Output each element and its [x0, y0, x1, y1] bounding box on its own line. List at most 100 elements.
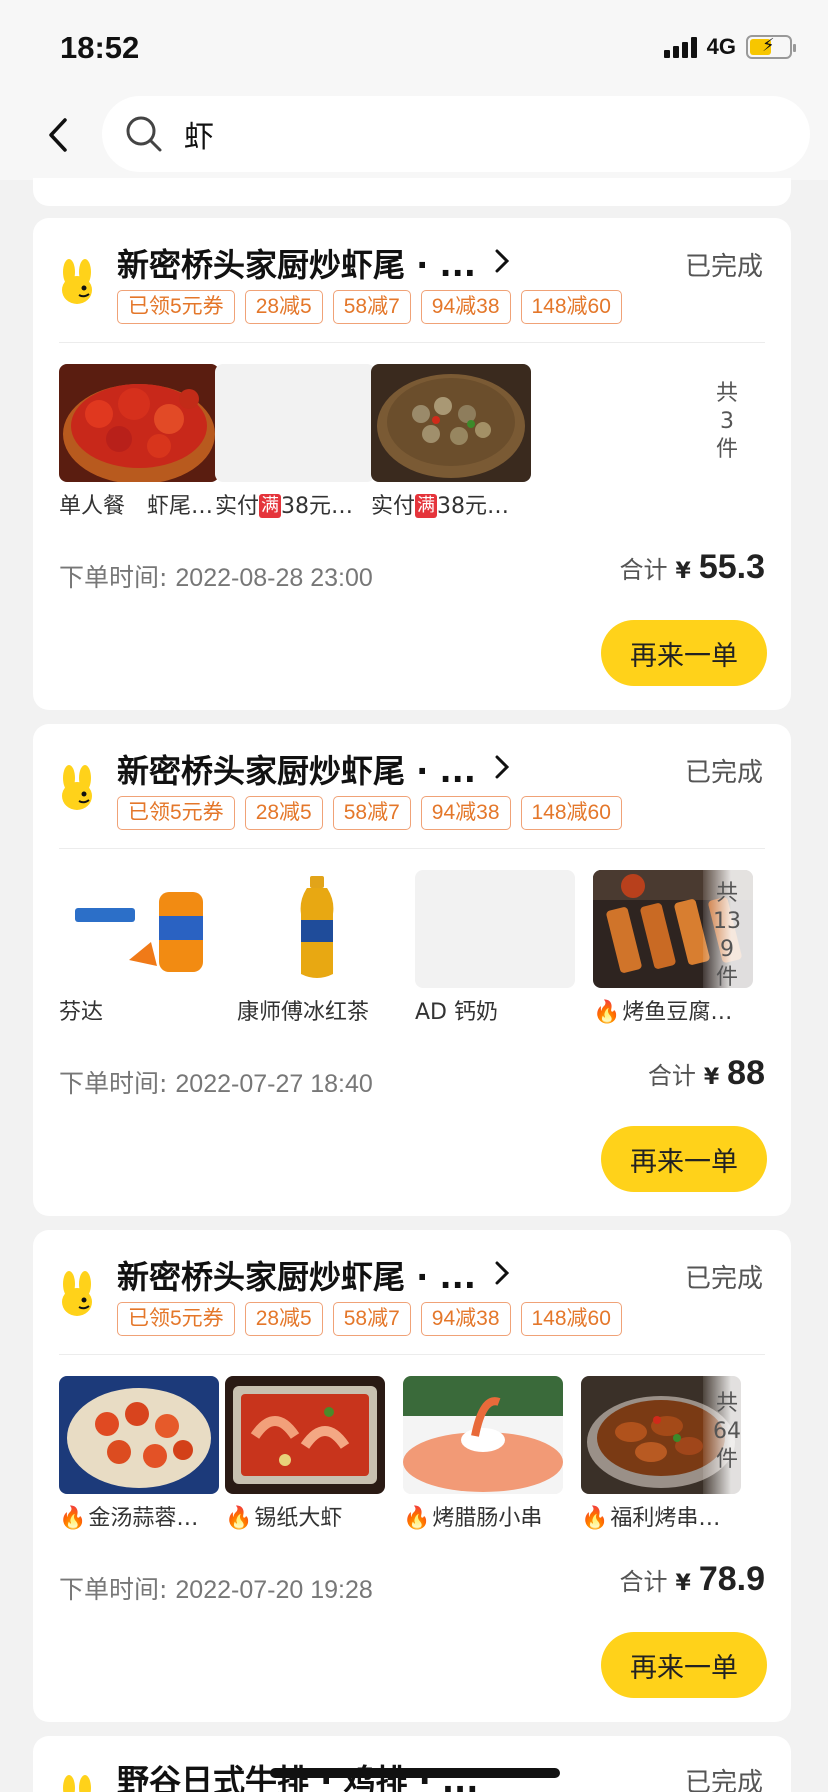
item-list[interactable]: 单人餐 虾尾… 实付 满38元… 实付 满38元… 共 3 件	[59, 364, 759, 524]
previous-order-card	[33, 178, 791, 206]
item-name: 🔥锡纸大虾	[225, 1506, 343, 1531]
item-name: 单人餐 虾尾…	[59, 494, 214, 519]
coupon-tag: 94减38	[420, 796, 511, 830]
status-icons: 4G ⚡	[663, 34, 796, 60]
status-time: 18:52	[60, 30, 140, 65]
item-tile[interactable]: 芬达	[59, 870, 221, 1026]
coupon-list: 已领5元券 28减5 58减7 94减38 148减60	[117, 1302, 622, 1336]
search-query: 虾	[184, 120, 214, 155]
chevron-left-icon	[49, 118, 67, 152]
item-image	[59, 364, 219, 482]
status-bar: 18:52 4G ⚡	[0, 0, 828, 92]
order-status: 已完成	[684, 758, 763, 788]
item-name: 芬达	[59, 1000, 104, 1025]
coupon-tag: 94减38	[420, 1302, 511, 1336]
order-card[interactable]: 新密桥头家厨炒虾尾 · ... 已完成 已领5元券 28减5 58减7 94减3…	[33, 724, 791, 1216]
coupon-tag: 已领5元券	[117, 1302, 235, 1336]
item-name: 🔥金汤蒜蓉…	[59, 1506, 199, 1531]
coupon-tag: 148减60	[520, 290, 622, 324]
fire-icon: 🔥	[225, 1506, 253, 1531]
order-total: 合计 ¥ 88	[647, 1054, 765, 1092]
item-image	[59, 870, 219, 988]
order-time: 下单时间: 2022-08-28 23:00	[59, 563, 373, 592]
order-total: 合计 ¥ 55.3	[619, 548, 766, 586]
coupon-tag: 28减5	[244, 290, 323, 324]
reorder-button[interactable]: 再来一单	[601, 1126, 767, 1192]
search-header: 虾	[0, 92, 828, 180]
item-tile[interactable]: 实付 满38元…	[371, 364, 533, 520]
shop-name[interactable]: 新密桥头家厨炒虾尾 · ...	[117, 1252, 476, 1298]
reorder-button[interactable]: 再来一单	[601, 1632, 767, 1698]
item-tile[interactable]: 康师傅冰红茶	[237, 870, 399, 1026]
coupon-tag: 58减7	[332, 1302, 411, 1336]
chevron-right-icon[interactable]	[493, 248, 511, 274]
item-tile[interactable]: 单人餐 虾尾…	[59, 364, 221, 520]
item-name: 康师傅冰红茶	[237, 1000, 370, 1025]
item-image	[403, 1376, 563, 1494]
item-tile[interactable]: AD 钙奶	[415, 870, 577, 1026]
order-time: 下单时间: 2022-07-20 19:28	[59, 1575, 373, 1604]
order-status: 已完成	[684, 252, 763, 282]
coupon-tag: 已领5元券	[117, 290, 235, 324]
coupon-tag: 已领5元券	[117, 796, 235, 830]
order-time: 下单时间: 2022-07-27 18:40	[59, 1069, 373, 1098]
item-tile[interactable]: 🔥锡纸大虾	[225, 1376, 387, 1532]
item-name: 实付 满38元…	[215, 494, 354, 519]
coupon-tag: 148减60	[520, 1302, 622, 1336]
order-card[interactable]: 新密桥头家厨炒虾尾 · ... 已完成 已领5元券 28减5 58减7 94减3…	[33, 218, 791, 710]
item-name: 🔥烤腊肠小串	[403, 1506, 543, 1531]
battery-icon: ⚡	[746, 35, 796, 59]
fire-icon: 🔥	[403, 1506, 431, 1531]
home-indicator[interactable]	[270, 1768, 560, 1778]
man-badge: 满	[415, 494, 438, 518]
shop-logo-icon	[62, 765, 92, 810]
shop-logo-icon	[63, 1775, 91, 1792]
chevron-right-icon[interactable]	[493, 1260, 511, 1286]
coupon-tag: 28减5	[244, 796, 323, 830]
item-name: 🔥福利烤串…	[581, 1506, 721, 1531]
coupon-tag: 94减38	[420, 290, 511, 324]
coupon-tag: 58减7	[332, 290, 411, 324]
item-image-placeholder	[215, 364, 375, 482]
search-input[interactable]: 虾	[102, 96, 810, 172]
item-count[interactable]: 共 3 件	[713, 380, 741, 464]
order-total: 合计 ¥ 78.9	[619, 1560, 766, 1598]
item-tile[interactable]: 🔥烤腊肠小串	[403, 1376, 565, 1532]
fire-icon: 🔥	[59, 1506, 87, 1531]
item-name: AD 钙奶	[415, 1000, 498, 1025]
coupon-list: 已领5元券 28减5 58减7 94减38 148减60	[117, 796, 622, 830]
shop-name[interactable]: 新密桥头家厨炒虾尾 · ...	[117, 746, 476, 792]
item-tile[interactable]: 🔥金汤蒜蓉…	[59, 1376, 221, 1532]
item-image	[371, 364, 531, 482]
item-image-placeholder	[415, 870, 575, 988]
fire-icon: 🔥	[593, 1000, 621, 1025]
coupon-tag: 58减7	[332, 796, 411, 830]
shop-logo-icon	[62, 259, 92, 304]
item-count[interactable]: 共 13 9 件	[713, 880, 741, 992]
coupon-tag: 28减5	[244, 1302, 323, 1336]
chevron-right-icon[interactable]	[493, 754, 511, 780]
divider	[59, 848, 765, 849]
order-card[interactable]: 野谷日式牛排 · 鸡排 · ... 已完成	[33, 1736, 791, 1792]
item-image	[59, 1376, 219, 1494]
item-tile[interactable]: 实付 满38元…	[215, 364, 377, 520]
coupon-tag: 148减60	[520, 796, 622, 830]
coupon-list: 已领5元券 28减5 58减7 94减38 148减60	[117, 290, 622, 324]
shop-logo-icon	[62, 1271, 92, 1316]
order-status: 已完成	[684, 1768, 763, 1792]
order-card[interactable]: 新密桥头家厨炒虾尾 · ... 已完成 已领5元券 28减5 58减7 94减3…	[33, 1230, 791, 1722]
item-list[interactable]: 芬达 康师傅冰红茶 AD 钙奶 🔥烤鱼豆腐… 共 13 9 件	[59, 870, 759, 1030]
item-count[interactable]: 共 64 件	[713, 1390, 741, 1474]
item-name: 🔥烤鱼豆腐…	[593, 1000, 733, 1025]
item-image	[237, 870, 397, 988]
network-type: 4G	[706, 34, 736, 59]
item-image	[225, 1376, 385, 1494]
shop-name[interactable]: 新密桥头家厨炒虾尾 · ...	[117, 240, 476, 286]
order-status: 已完成	[684, 1264, 763, 1294]
item-list[interactable]: 🔥金汤蒜蓉… 🔥锡纸大虾 🔥烤腊肠小串 🔥福利烤串… 共 64 件	[59, 1376, 759, 1536]
reorder-button[interactable]: 再来一单	[601, 620, 767, 686]
search-icon	[126, 116, 162, 152]
back-button[interactable]	[36, 110, 80, 160]
man-badge: 满	[259, 494, 282, 518]
divider	[59, 1354, 765, 1355]
